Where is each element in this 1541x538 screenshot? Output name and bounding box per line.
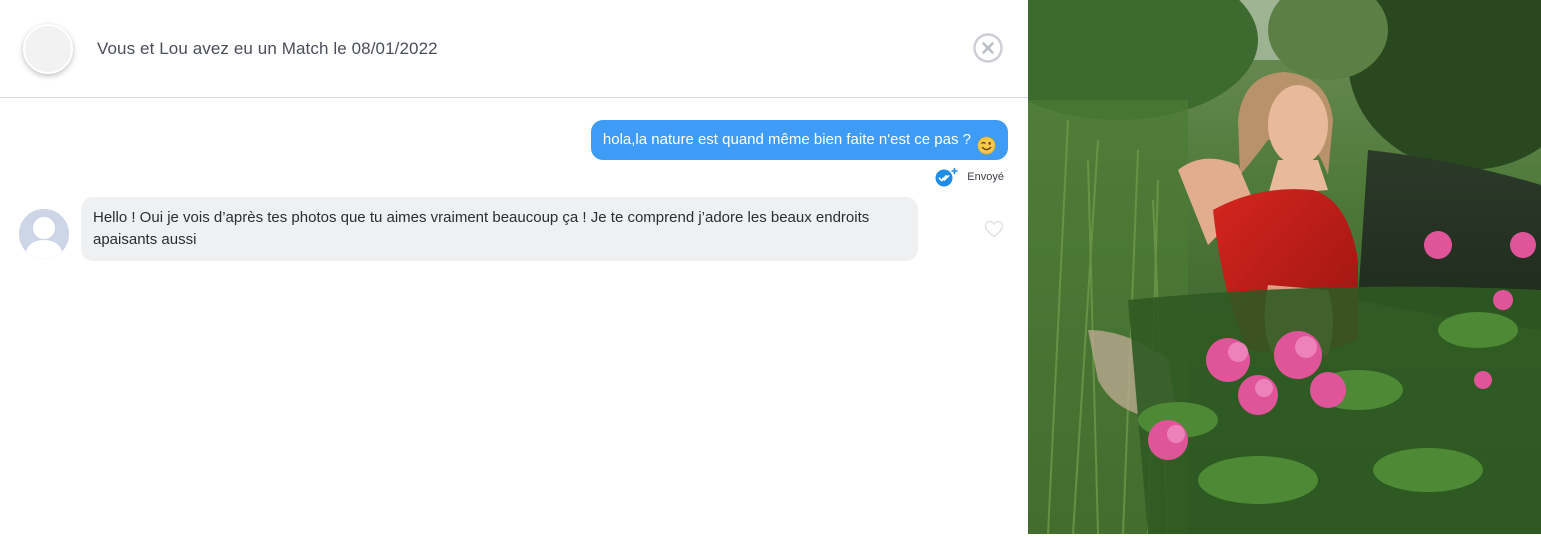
incoming-message[interactable]: Hello ! Oui je vois d’après tes photos q… (81, 197, 918, 261)
user-placeholder-icon (19, 209, 69, 259)
status-label: Envoyé (967, 171, 1004, 183)
chat-header: Vous et Lou avez eu un Match le 08/01/20… (0, 0, 1028, 98)
winking-face-icon (977, 131, 996, 154)
message-list: hola,la nature est quand même bien faite… (0, 99, 1028, 538)
match-avatar[interactable] (23, 24, 73, 74)
close-button[interactable] (973, 33, 1003, 63)
double-check-icon (934, 167, 959, 187)
match-title: Vous et Lou avez eu un Match le 08/01/20… (97, 39, 438, 58)
outgoing-message[interactable]: hola,la nature est quand même bien faite… (590, 120, 1008, 160)
chat-panel: Vous et Lou avez eu un Match le 08/01/20… (0, 0, 1028, 538)
outgoing-message-text: hola,la nature est quand même bien faite… (602, 131, 971, 148)
message-status: Envoyé (934, 167, 1004, 187)
close-icon (973, 33, 1003, 63)
sender-avatar[interactable] (19, 209, 69, 259)
profile-photo[interactable] (1028, 0, 1541, 534)
like-button[interactable] (984, 220, 1004, 238)
heart-outline-icon (984, 220, 1004, 238)
